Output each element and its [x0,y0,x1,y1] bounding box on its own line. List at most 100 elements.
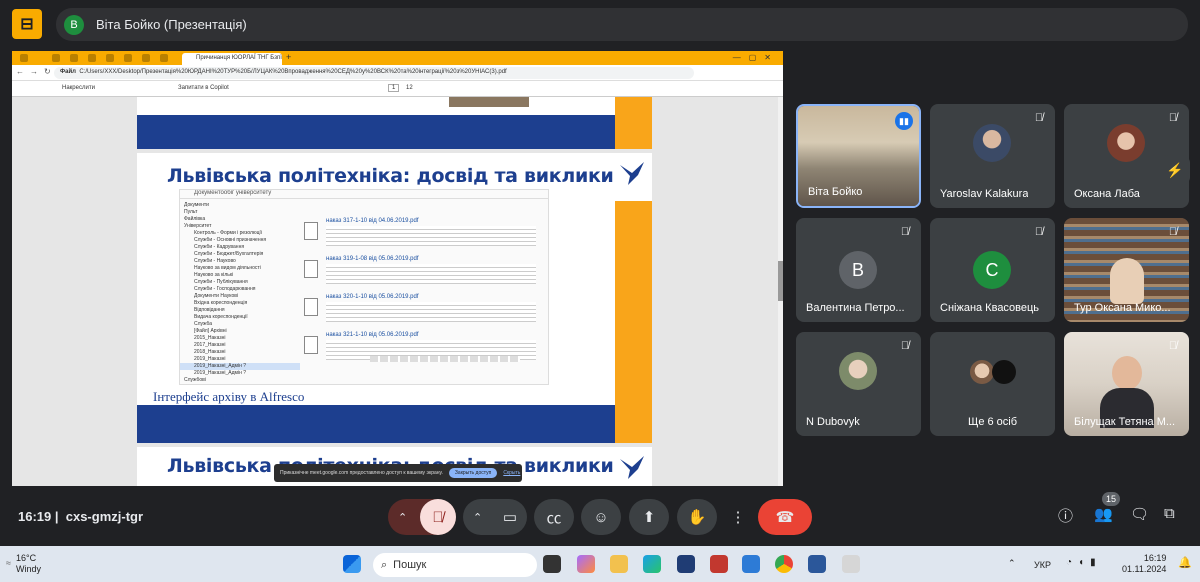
participant-tile[interactable]: Ще 6 осіб [930,332,1055,436]
pdf-viewer[interactable]: Львівська політехніка: досвід та виклики… [12,97,783,486]
participant-tile[interactable]: 🎙̸ N Dubovyk [796,332,921,436]
start-icon[interactable] [343,555,361,573]
folder-tree-item: Служби - Публікування [194,279,248,285]
edge-icon[interactable] [643,555,661,573]
camera-options-chevron-icon[interactable]: ⌃ [473,511,482,524]
chat-button[interactable]: 🗨 [1130,505,1149,523]
hide-toast-link[interactable]: Скрыть [503,470,520,476]
tab-favicon-icon[interactable] [124,54,132,62]
tray-chevron-icon[interactable]: ⌃ [1008,558,1016,569]
copilot-icon[interactable] [577,555,595,573]
emoji-button[interactable]: ☺ [581,499,621,535]
camera-control: ⌃ ▭ [463,499,527,535]
screen-share-toast: Приказнічне meet.google.com предоставлен… [274,464,522,482]
tab-favicon-icon[interactable] [106,54,114,62]
draw-button[interactable]: Накреслити [62,85,95,91]
page-number-input[interactable]: 1 [388,84,400,92]
pdf-toolbar: Накреслити Запитати в Copilot 1 12 [12,81,783,97]
participant-tile[interactable]: ▮▮ Віта Бойко [796,104,921,208]
end-call-button[interactable]: ☎ [758,499,812,535]
participant-figure [1110,258,1144,304]
url-scheme-label: Файл [60,69,76,75]
url-field[interactable]: Файл C:/Users/XXX/Desktop/Презентація%20… [54,67,694,79]
folder-tree-item: Служби - Господарювання [194,286,256,292]
browser-tab-active[interactable]: Причинанця ЮОРЛАЇ ТНГ Бзпї [182,53,282,65]
tray-status-icons[interactable]: ◔◖▮ [1066,557,1102,568]
tab-favicon-icon[interactable] [142,54,150,62]
browser-nav-icons[interactable]: ←→↻ [16,67,57,76]
captions-button[interactable]: ㏄ [534,499,574,535]
participant-name: Yaroslav Kalakura [940,188,1029,200]
document-title: наказ 320-1-10 від 05.06.2019.pdf [326,294,419,300]
clock-date: 01.11.2024 [1122,564,1167,574]
folder-tree-item: 2019_Наказні_Адмін ? [180,363,300,370]
weather-widget[interactable]: 16°C Windy [16,553,41,575]
task-view-icon[interactable] [543,555,561,573]
pdf-page-previous [137,97,652,149]
document-title: наказ 321-1-10 від 05.06.2019.pdf [326,332,419,338]
presenter-banner[interactable]: В Віта Бойко (Презентація) [56,8,1188,41]
mic-off-icon: 🎙̸ [1034,112,1044,124]
pdf-app-icon[interactable] [842,555,860,573]
alfresco-screenshot: Документообіг університету Документи Пуль… [179,189,549,385]
folder-tree-item: Науково за видом діяльності [194,265,261,271]
mail-icon[interactable] [710,555,728,573]
mic-off-icon: 🎙̸ [1168,112,1178,124]
participant-name: Віта Бойко [808,186,863,198]
search-label: Пошук [393,559,427,571]
document-row: наказ 321-1-10 від 05.06.2019.pdf [304,332,544,368]
browser-address-bar: ←→↻ Файл C:/Users/XXX/Desktop/Презентаці… [12,65,783,81]
pdf-file-icon [304,222,318,240]
meeting-details-button[interactable]: ⓘ [1058,505,1073,526]
present-screen-button[interactable]: ⬆ [629,499,669,535]
people-button[interactable]: 👥 [1094,505,1113,523]
side-panel-icon[interactable]: ⚡ [1160,155,1190,185]
mic-off-icon: 🎙̸ [1168,226,1178,238]
participant-tile[interactable]: В 🎙̸ Валентина Петро... [796,218,921,322]
document-meta [326,302,536,322]
folder-tree-item: Документи Наукові [194,293,238,299]
toast-text: Приказнічне meet.google.com предоставлен… [280,470,443,476]
participant-tile[interactable]: 🎙̸ Тур Оксана Мико... [1064,218,1189,322]
window-controls[interactable]: —▢✕ [733,53,779,62]
pdf-file-icon [304,298,318,316]
participant-tile[interactable]: С 🎙̸ Сніжана Квасовець [930,218,1055,322]
store-icon[interactable] [742,555,760,573]
people-count-badge: 15 [1102,492,1120,506]
word-icon[interactable] [808,555,826,573]
more-options-button[interactable]: ⋮ [725,499,751,535]
alfresco-header: Документообіг університету [180,190,548,199]
participant-tile[interactable]: 🎙̸ Білущак Тетяна М... [1064,332,1189,436]
notification-bell-icon[interactable]: 🔔 [1178,556,1192,569]
weather-desc: Windy [16,564,42,574]
pdf-scrollbar-thumb[interactable] [778,261,783,301]
window-menu-icon[interactable] [20,54,28,62]
taskbar-clock[interactable]: 16:19 01.11.2024 [1122,553,1166,575]
participant-avatar: В [839,251,877,289]
chrome-icon[interactable] [775,555,793,573]
tab-favicon-icon[interactable] [70,54,78,62]
windows-taskbar [0,546,1200,582]
app-icon[interactable] [677,555,695,573]
stop-sharing-button[interactable]: Закрыть доступ [448,468,498,478]
folder-tree-item: Служби - Бюджет/Бухгалтерія [194,251,264,257]
activities-button[interactable]: ⧉ [1164,505,1175,522]
browser-tab-bar: Причинанця ЮОРЛАЇ ТНГ Бзпї + —▢✕ [12,51,783,65]
participant-tile[interactable]: 🎙̸ Yaroslav Kalakura [930,104,1055,208]
tab-favicon-icon[interactable] [160,54,168,62]
mic-off-icon: 🎙̸ [1168,340,1178,352]
new-tab-icon[interactable]: + [286,52,291,62]
tab-favicon-icon[interactable] [52,54,60,62]
camera-button[interactable]: ▭ [503,508,517,526]
file-explorer-icon[interactable] [610,555,628,573]
mic-options-chevron-icon[interactable]: ⌃ [398,511,407,524]
taskbar-search[interactable]: ⌕ Пошук [373,553,537,577]
meeting-time-code: 16:19 | cxs-gmzj-tgr [18,509,144,524]
tab-favicon-icon[interactable] [88,54,96,62]
input-language[interactable]: УКР [1034,560,1051,570]
mic-off-button[interactable]: 🎙̸ [420,499,456,535]
mic-control: ⌃ 🎙̸ [388,499,456,535]
copilot-button[interactable]: Запитати в Copilot [178,85,229,91]
participant-name: N Dubovyk [806,416,860,428]
raise-hand-button[interactable]: ✋ [677,499,717,535]
